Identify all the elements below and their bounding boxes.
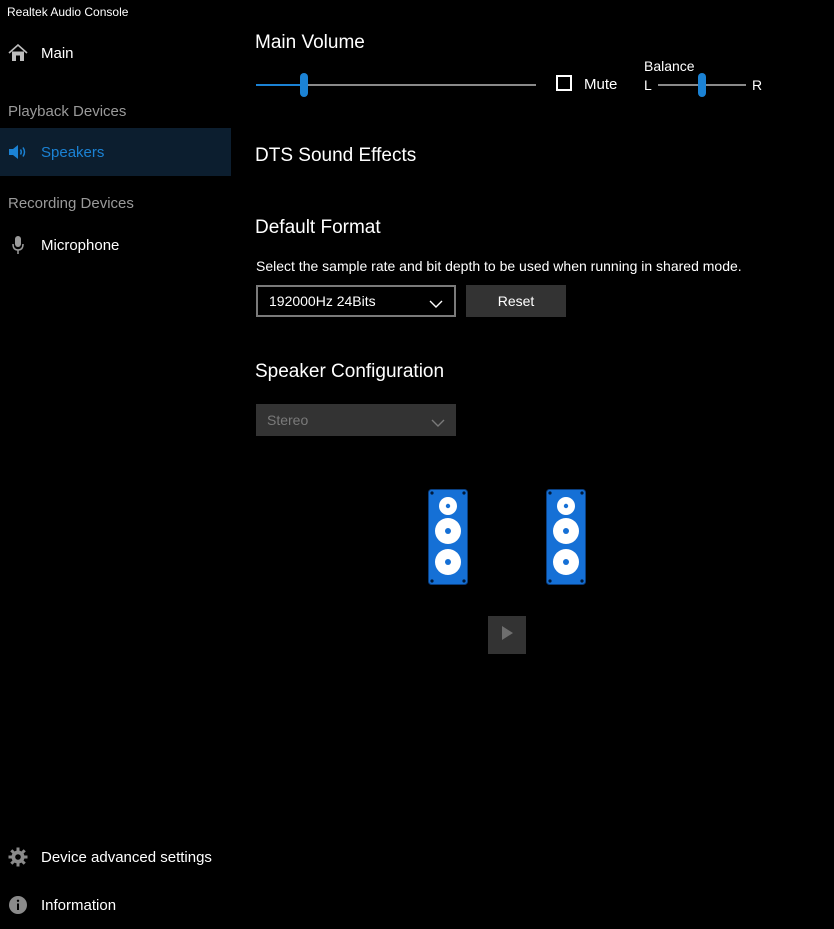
- balance-title: Balance: [644, 58, 695, 74]
- balance-right-label: R: [752, 77, 763, 93]
- sidebar-item-main[interactable]: Main: [0, 29, 231, 77]
- balance-thumb[interactable]: [698, 73, 706, 97]
- home-icon: [8, 43, 28, 63]
- speaker-volume-icon: [8, 142, 28, 162]
- chevron-down-icon: [431, 415, 445, 431]
- sidebar: Main Playback Devices Speakers Recording…: [0, 0, 231, 923]
- playback-devices-header: Playback Devices: [8, 103, 127, 120]
- sidebar-item-label: Microphone: [41, 236, 120, 254]
- gear-icon: [8, 847, 28, 867]
- info-icon: [8, 895, 28, 915]
- default-format-description: Select the sample rate and bit depth to …: [256, 258, 742, 274]
- mute-checkbox[interactable]: [556, 75, 572, 91]
- speaker-configuration-value: Stereo: [267, 412, 309, 428]
- sidebar-item-label: Information: [41, 896, 117, 914]
- main-volume-fill: [256, 84, 304, 86]
- sidebar-item-speakers[interactable]: Speakers: [0, 128, 231, 176]
- balance-left-label: L: [644, 77, 652, 93]
- main-volume-title: Main Volume: [255, 32, 365, 53]
- default-format-select[interactable]: 192000Hz 24Bits: [256, 285, 456, 317]
- sidebar-item-label: Main: [41, 44, 74, 62]
- right-speaker-icon[interactable]: [546, 489, 586, 585]
- main-volume-thumb[interactable]: [299, 73, 308, 97]
- recording-devices-header: Recording Devices: [8, 195, 134, 212]
- sidebar-item-microphone[interactable]: Microphone: [0, 221, 231, 269]
- sidebar-item-information[interactable]: Information: [0, 881, 231, 929]
- speaker-configuration-title: Speaker Configuration: [255, 361, 445, 382]
- sidebar-item-label: Speakers: [41, 143, 105, 161]
- default-format-value: 192000Hz 24Bits: [269, 293, 376, 309]
- mute-label: Mute: [584, 76, 618, 93]
- microphone-icon: [8, 235, 28, 255]
- sidebar-item-label: Device advanced settings: [41, 848, 212, 866]
- dts-sound-effects-title[interactable]: DTS Sound Effects: [255, 145, 416, 167]
- default-format-title: Default Format: [255, 217, 381, 238]
- reset-button[interactable]: Reset: [466, 285, 566, 317]
- left-speaker-icon[interactable]: [428, 489, 468, 585]
- play-test-button[interactable]: [488, 616, 526, 654]
- chevron-down-icon: [429, 296, 443, 312]
- play-icon: [500, 625, 514, 646]
- speaker-configuration-select[interactable]: Stereo: [256, 404, 456, 436]
- sidebar-item-device-advanced-settings[interactable]: Device advanced settings: [0, 833, 231, 881]
